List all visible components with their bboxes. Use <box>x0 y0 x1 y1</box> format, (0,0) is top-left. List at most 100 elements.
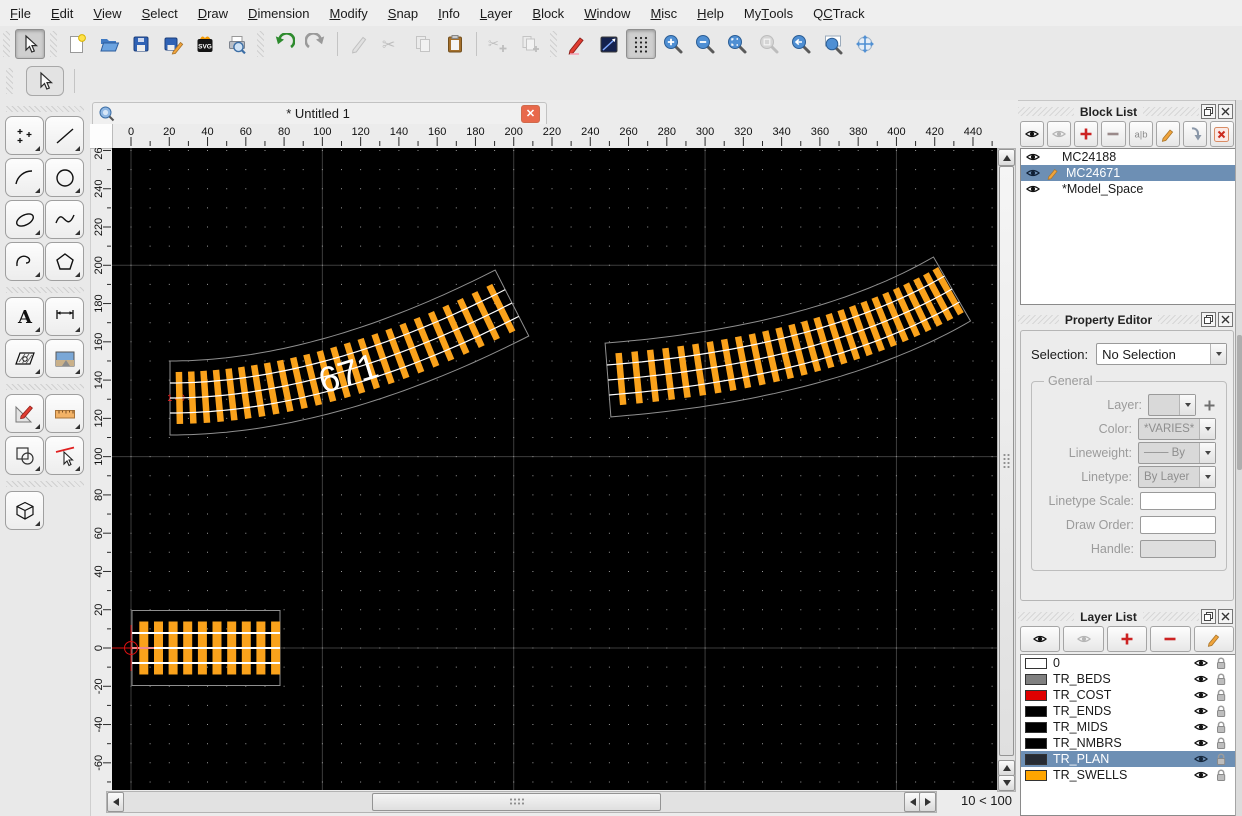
linetype-dropdown[interactable]: By Layer <box>1138 466 1216 488</box>
property-editor-float-button[interactable] <box>1201 312 1216 327</box>
block-list-float-button[interactable] <box>1201 104 1216 119</box>
layer-color-swatch[interactable] <box>1025 690 1047 701</box>
menu-info[interactable]: Info <box>428 0 470 26</box>
menu-snap[interactable]: Snap <box>378 0 428 26</box>
show-all-blocks-button[interactable] <box>1020 121 1044 147</box>
edit-pen-button[interactable] <box>344 29 374 59</box>
toolbar-drag-handle[interactable] <box>257 31 264 57</box>
color-dropdown[interactable]: *VARIES* <box>1138 418 1216 440</box>
layer-color-swatch[interactable] <box>1025 754 1047 765</box>
menu-block[interactable]: Block <box>522 0 574 26</box>
save-button[interactable] <box>126 29 156 59</box>
hide-all-layers-button[interactable] <box>1063 626 1103 652</box>
delete-tools-button[interactable] <box>45 436 84 475</box>
menu-select[interactable]: Select <box>132 0 188 26</box>
layer-row-tr-ends[interactable]: TR_ENDS <box>1021 703 1235 719</box>
save-as-button[interactable] <box>158 29 188 59</box>
remove-block-button[interactable] <box>1101 121 1125 147</box>
hatch-tool-button[interactable] <box>5 339 44 378</box>
eye-icon[interactable] <box>1194 754 1208 764</box>
toolbar-drag-handle[interactable] <box>550 31 557 57</box>
linetype-scale-input[interactable] <box>1140 492 1216 510</box>
cut-with-reference-button[interactable]: ✂ <box>483 29 513 59</box>
copy-with-reference-button[interactable] <box>515 29 545 59</box>
dock-scroll-thumb[interactable] <box>1237 335 1242 470</box>
eye-icon[interactable] <box>1026 168 1040 178</box>
show-all-layers-button[interactable] <box>1020 626 1060 652</box>
text-tool-button[interactable]: A <box>5 297 44 336</box>
layer-row-tr-nmbrs[interactable]: TR_NMBRS <box>1021 735 1235 751</box>
lock-icon[interactable] <box>1214 720 1229 734</box>
vertical-scrollbar[interactable] <box>997 148 1016 792</box>
scroll-up-button-2[interactable] <box>998 760 1015 776</box>
scroll-left-button[interactable] <box>107 792 124 812</box>
image-tool-button[interactable] <box>45 339 84 378</box>
palette-drag-handle[interactable] <box>6 287 84 293</box>
scroll-down-button[interactable] <box>998 775 1015 791</box>
layer-color-swatch[interactable] <box>1025 658 1047 669</box>
selection-dropdown[interactable]: No Selection <box>1096 343 1227 365</box>
toolbar-drag-handle[interactable] <box>3 31 10 57</box>
delete-block-button[interactable] <box>1210 121 1234 147</box>
edit-block-button[interactable] <box>1156 121 1180 147</box>
dimension-tools-button[interactable] <box>45 297 84 336</box>
block-row-mc24188[interactable]: MC24188 <box>1021 149 1235 165</box>
menu-modify[interactable]: Modify <box>319 0 377 26</box>
horizontal-scroll-thumb[interactable] <box>372 793 661 811</box>
menu-layer[interactable]: Layer <box>470 0 523 26</box>
new-file-button[interactable] <box>62 29 92 59</box>
menu-help[interactable]: Help <box>687 0 734 26</box>
export-svg-button[interactable]: SVG <box>190 29 220 59</box>
layer-color-swatch[interactable] <box>1025 722 1047 733</box>
copy-button[interactable] <box>408 29 438 59</box>
zoom-previous-button[interactable] <box>786 29 816 59</box>
eye-icon[interactable] <box>1194 690 1208 700</box>
rename-block-button[interactable]: a|b <box>1129 121 1153 147</box>
paste-button[interactable] <box>440 29 470 59</box>
layer-row-0[interactable]: 0 <box>1021 655 1235 671</box>
eye-icon[interactable] <box>1194 738 1208 748</box>
block-row-model-space[interactable]: *Model_Space <box>1021 181 1235 197</box>
layer-dropdown[interactable] <box>1148 394 1196 416</box>
menu-edit[interactable]: Edit <box>41 0 83 26</box>
add-layer-attribute-button[interactable] <box>1202 398 1216 412</box>
eye-icon[interactable] <box>1194 706 1208 716</box>
layer-row-tr-mids[interactable]: TR_MIDS <box>1021 719 1235 735</box>
point-tools-button[interactable] <box>5 116 44 155</box>
vertical-scroll-thumb[interactable] <box>999 166 1014 756</box>
print-preview-button[interactable] <box>222 29 252 59</box>
layer-color-swatch[interactable] <box>1025 738 1047 749</box>
draw-red-pencil-button[interactable] <box>562 29 592 59</box>
eye-icon[interactable] <box>1194 658 1208 668</box>
solid-tools-button[interactable] <box>5 491 44 530</box>
scroll-up-button[interactable] <box>998 149 1015 166</box>
hide-all-blocks-button[interactable] <box>1047 121 1071 147</box>
zoom-auto-button[interactable] <box>722 29 752 59</box>
edit-layer-button[interactable] <box>1194 626 1234 652</box>
menu-qctrack[interactable]: QCTrack <box>803 0 875 26</box>
eye-icon[interactable] <box>1194 722 1208 732</box>
measure-line-button[interactable] <box>594 29 624 59</box>
polyline-tools-button[interactable] <box>5 242 44 281</box>
layer-color-swatch[interactable] <box>1025 674 1047 685</box>
eye-icon[interactable] <box>1194 770 1208 780</box>
lock-icon[interactable] <box>1214 736 1229 750</box>
zoom-in-button[interactable] <box>658 29 688 59</box>
block-list-close-button[interactable] <box>1218 104 1233 119</box>
eye-icon[interactable] <box>1194 674 1208 684</box>
spline-tools-button[interactable] <box>45 200 84 239</box>
palette-drag-handle[interactable] <box>6 106 84 112</box>
grid-toggle-button[interactable] <box>626 29 656 59</box>
zoom-current-button[interactable] <box>754 29 784 59</box>
document-tab[interactable]: * Untitled 1 ✕ <box>92 102 547 124</box>
selection-arrow-button[interactable] <box>26 66 64 96</box>
cad-tools-button[interactable] <box>5 394 44 433</box>
add-layer-button[interactable] <box>1107 626 1147 652</box>
palette-drag-handle[interactable] <box>6 481 84 487</box>
menu-mytools[interactable]: MyTools <box>734 0 803 26</box>
menu-misc[interactable]: Misc <box>640 0 687 26</box>
menu-file[interactable]: File <box>0 0 41 26</box>
lock-icon[interactable] <box>1214 768 1229 782</box>
horizontal-scrollbar[interactable] <box>106 791 937 813</box>
lock-icon[interactable] <box>1214 672 1229 686</box>
